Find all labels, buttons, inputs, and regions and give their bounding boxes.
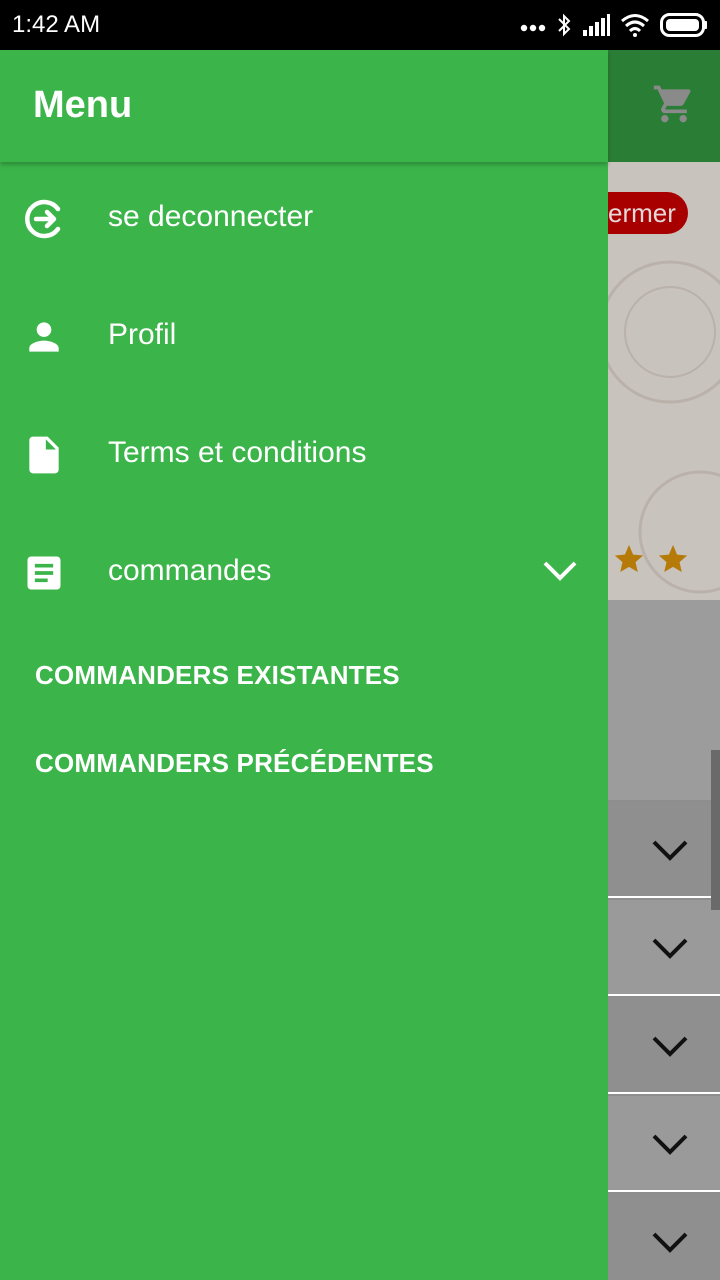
rating-stars (612, 542, 690, 581)
chevron-down-icon[interactable] (540, 556, 580, 589)
battery-icon (660, 13, 708, 42)
cart-icon[interactable] (652, 82, 696, 131)
wifi-icon (620, 13, 650, 42)
document-icon (22, 433, 66, 477)
scrollbar[interactable] (711, 750, 720, 910)
status-icons (520, 12, 708, 43)
drawer-header: Menu (0, 50, 608, 162)
submenu-previous-orders[interactable]: COMMANDERS PRÉCÉDENTES (35, 748, 434, 779)
menu-item-orders[interactable]: commandes (0, 514, 608, 632)
chevron-down-icon[interactable] (650, 836, 690, 869)
star-icon (612, 542, 646, 581)
status-time: 1:42 AM (12, 11, 101, 38)
logout-icon (22, 197, 66, 241)
signal-icon (582, 14, 610, 41)
status-bar: 1:42 AM (0, 0, 720, 50)
menu-item-label: Profil (108, 318, 177, 351)
chevron-down-icon[interactable] (650, 1228, 690, 1261)
list-article-icon (22, 551, 66, 595)
chevron-down-icon[interactable] (650, 1130, 690, 1163)
star-icon (656, 542, 690, 581)
drawer-title: Menu (33, 84, 133, 126)
chevron-down-icon[interactable] (650, 934, 690, 967)
bluetooth-icon (556, 12, 572, 43)
menu-item-label: se deconnecter (108, 200, 314, 233)
more-dots-icon (520, 19, 546, 37)
navigation-drawer: Menu se deconnecter Profil Terms et cond… (0, 50, 608, 1280)
submenu-current-orders[interactable]: COMMANDERS EXISTANTES (35, 660, 400, 691)
person-icon (22, 315, 66, 359)
menu-item-profile[interactable]: Profil (0, 278, 608, 396)
chevron-down-icon[interactable] (650, 1032, 690, 1065)
menu-item-logout[interactable]: se deconnecter (0, 160, 608, 278)
menu-item-label: Terms et conditions (108, 436, 367, 469)
menu-item-label: commandes (108, 554, 272, 587)
menu-item-terms[interactable]: Terms et conditions (0, 396, 608, 514)
